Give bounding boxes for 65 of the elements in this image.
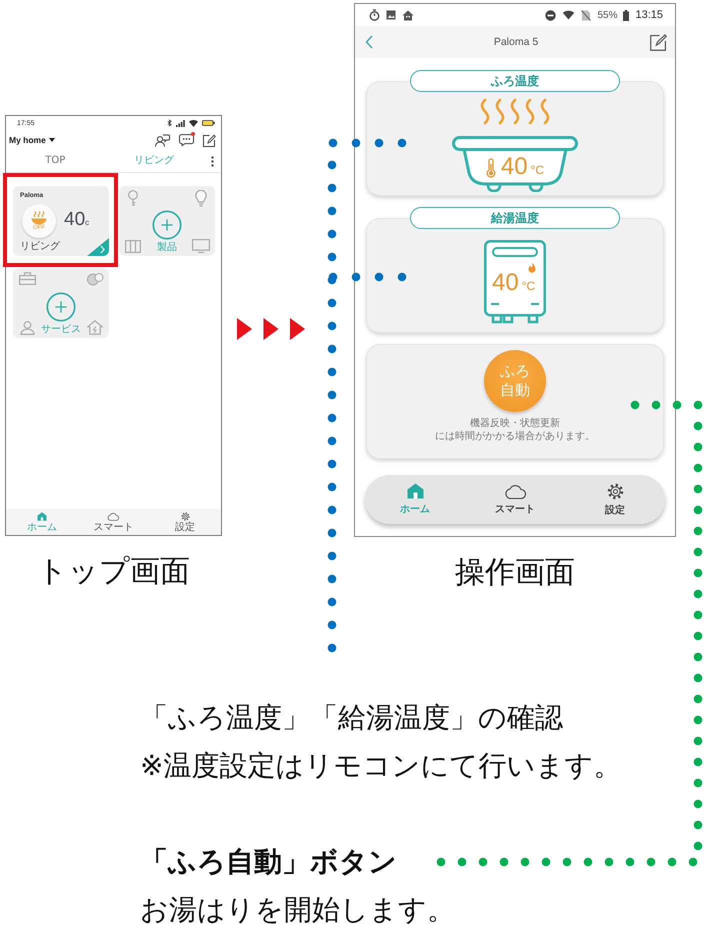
arrow-icon [237, 318, 305, 340]
steam-icon [478, 98, 552, 125]
tv-icon [192, 239, 210, 253]
house-bolt-icon [87, 320, 103, 335]
tab[interactable]: TOP [45, 155, 66, 167]
nav-tab[interactable]: 設定 [565, 475, 665, 524]
screen-caption: トップ画面 [37, 554, 190, 590]
temperature-reading: 40°C [492, 271, 536, 298]
battery-icon [202, 120, 215, 126]
nav-tab[interactable]: 設定 [149, 509, 221, 535]
contacts-icon[interactable] [154, 134, 170, 146]
more-icon[interactable] [210, 156, 214, 166]
nav-tab[interactable]: スマート [78, 509, 150, 535]
corner-arrow-icon[interactable] [87, 238, 109, 256]
nav-tab[interactable]: スマート [465, 475, 565, 524]
do-not-disturb-icon [545, 10, 556, 20]
callout-heading: 「ふろ温度」「給湯温度」の確認 [140, 700, 564, 736]
timer-icon [369, 9, 380, 21]
cloud-icon [504, 484, 526, 498]
back-icon[interactable] [365, 35, 373, 49]
screen-title: Paloma 5 [494, 36, 538, 48]
message-icon[interactable] [179, 134, 194, 146]
cloud-icon [107, 512, 120, 520]
home-icon [36, 512, 47, 520]
edit-icon[interactable] [203, 134, 216, 146]
caret-icon [48, 138, 55, 142]
notification-dot-icon [191, 132, 195, 136]
note-text: 機器反映・状態更新 には時間がかかる場合があります。 [435, 417, 595, 443]
panel-title: ふろ温度 [410, 70, 620, 92]
temperature-reading: 40°C [500, 154, 544, 182]
no-sim-icon [581, 10, 592, 20]
toolbox-icon [18, 272, 36, 285]
key-icon [127, 190, 139, 207]
callout-heading: 「ふろ自動」ボタン [140, 844, 398, 880]
flame-icon [528, 262, 536, 273]
thermometer-icon [486, 158, 496, 178]
home-icon [406, 483, 424, 499]
battery-icon [623, 10, 630, 20]
card-label: サービス [41, 324, 81, 335]
window-icon [125, 240, 141, 253]
settings-icon [180, 512, 190, 520]
wifi-icon [189, 120, 198, 126]
callout-text: ※温度設定はリモコンにて行います。 [140, 748, 622, 784]
settings-icon [606, 482, 624, 500]
callout-text: お湯はりを開始します。 [140, 892, 456, 928]
status-time: 13:15 [635, 9, 663, 21]
home-selector[interactable]: My home [9, 135, 55, 145]
bulb-icon [195, 190, 207, 207]
hot-spring-icon [30, 210, 48, 224]
water-heater-icon [484, 240, 546, 324]
image-icon [386, 10, 396, 20]
signal-icon [176, 120, 185, 126]
edit-icon[interactable] [650, 34, 667, 50]
wifi-icon [562, 10, 576, 20]
screen-caption: 操作画面 [455, 555, 575, 591]
bathtub-icon [452, 136, 578, 192]
battery-percent: 55% [597, 10, 618, 20]
house-icon [402, 10, 414, 20]
panel-title: 給湯温度 [410, 207, 620, 229]
temperature-reading: 40c [64, 208, 90, 232]
person-icon [20, 321, 34, 335]
card-label: 製品 [157, 242, 177, 253]
room-name: リビング [20, 241, 60, 252]
circles-icon [86, 272, 104, 286]
bluetooth-icon [167, 119, 172, 127]
